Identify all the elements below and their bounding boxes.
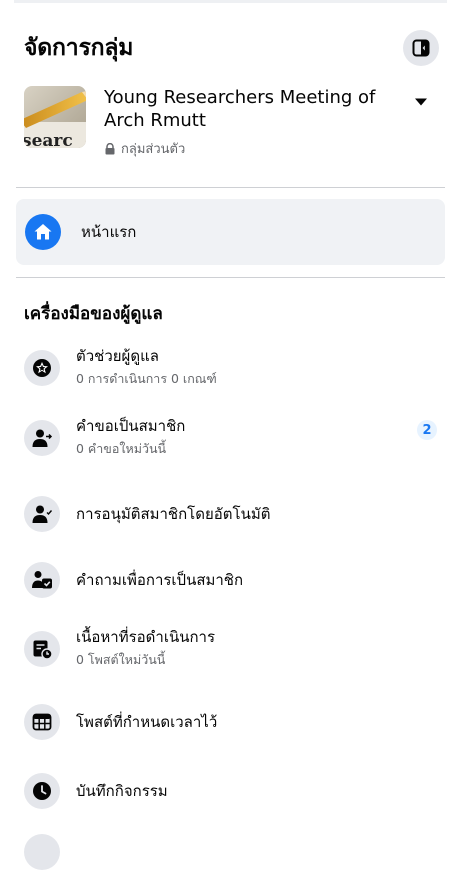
lock-icon — [105, 142, 115, 154]
auto-approve-label: การอนุมัติสมาชิกโดยอัตโนมัติ — [76, 505, 271, 523]
pending-content-label: เนื้อหาที่รอดำเนินการ — [76, 628, 216, 646]
activity-log-item[interactable]: บันทึกกิจกรรม — [24, 773, 445, 809]
page-title: จัดการกลุ่ม — [24, 35, 134, 61]
pending-content-sub: 0 โพสต์ใหม่วันนี้ — [76, 652, 166, 667]
pending-content-icon — [24, 630, 60, 667]
member-requests-sub: 0 คำขอใหม่วันนี้ — [76, 441, 167, 456]
caret-down-icon — [415, 98, 427, 106]
divider — [16, 277, 445, 278]
admin-assist-icon — [24, 349, 60, 386]
group-thumbnail: searc — [24, 86, 86, 148]
admin-tools-heading: เครื่องมือของผู้ดูแล — [24, 304, 163, 324]
scheduled-post-icon — [24, 704, 60, 740]
next-menu-item[interactable] — [24, 834, 445, 870]
auto-approve-icon — [24, 496, 60, 532]
group-name: Young Researchers Meeting of Arch Rmutt — [104, 87, 376, 131]
member-requests-item[interactable]: คำขอเป็นสมาชิก 0 คำขอใหม่วันนี้ 2 — [24, 416, 445, 459]
scheduled-posts-label: โพสต์ที่กำหนดเวลาไว้ — [76, 713, 218, 731]
admin-assist-item[interactable]: ตัวช่วยผู้ดูแล 0 การดำเนินการ 0 เกณฑ์ — [24, 346, 445, 389]
scheduled-posts-item[interactable]: โพสต์ที่กำหนดเวลาไว้ — [24, 704, 445, 740]
group-privacy: กลุ่มส่วนตัว — [104, 138, 404, 159]
activity-log-icon — [24, 773, 60, 809]
activity-log-label: บันทึกกิจกรรม — [76, 782, 168, 800]
home-icon — [25, 214, 61, 250]
membership-question-icon — [24, 562, 60, 598]
collapse-sidebar-button[interactable] — [403, 30, 439, 66]
top-divider — [14, 0, 447, 3]
nav-home[interactable]: หน้าแรก — [16, 199, 445, 265]
requests-count-badge: 2 — [417, 420, 437, 440]
auto-approve-item[interactable]: การอนุมัติสมาชิกโดยอัตโนมัติ — [24, 496, 445, 532]
group-switch-dropdown[interactable] — [414, 92, 428, 111]
member-requests-label: คำขอเป็นสมาชิก — [76, 417, 186, 435]
privacy-label: กลุ่มส่วนตัว — [121, 142, 186, 157]
admin-assist-sub: 0 การดำเนินการ 0 เกณฑ์ — [76, 371, 217, 386]
membership-questions-label: คำถามเพื่อการเป็นสมาชิก — [76, 571, 244, 589]
membership-questions-item[interactable]: คำถามเพื่อการเป็นสมาชิก — [24, 562, 445, 598]
admin-assist-label: ตัวช่วยผู้ดูแล — [76, 347, 159, 365]
divider — [16, 187, 445, 188]
home-label: หน้าแรก — [81, 223, 137, 241]
member-request-icon — [24, 419, 60, 456]
menu-item-icon — [24, 834, 60, 870]
pending-content-item[interactable]: เนื้อหาที่รอดำเนินการ 0 โพสต์ใหม่วันนี้ — [24, 627, 445, 670]
svg-text:searc: searc — [24, 131, 73, 148]
collapse-panel-icon — [412, 39, 430, 57]
group-selector[interactable]: searc Young Researchers Meeting of Arch … — [24, 86, 445, 159]
panel-header: จัดการกลุ่ม — [24, 28, 445, 68]
